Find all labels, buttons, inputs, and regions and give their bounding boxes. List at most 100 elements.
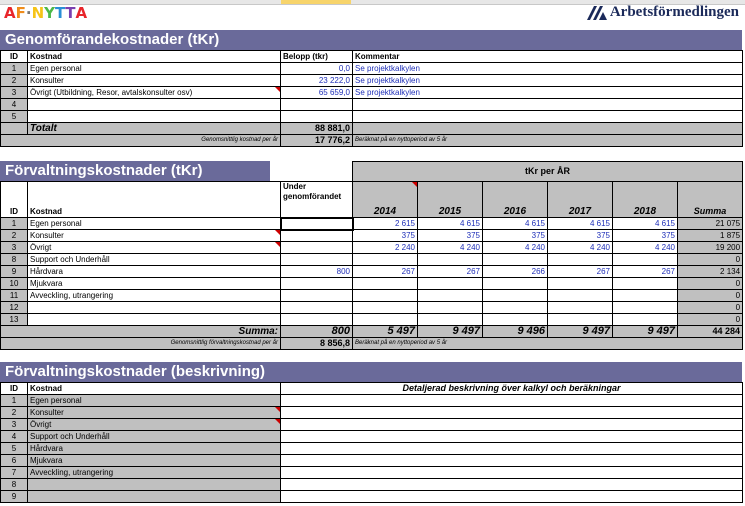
year-value-cell[interactable] [482,253,548,266]
year-value-cell[interactable]: 267 [352,265,418,278]
year-value-cell[interactable] [352,301,418,314]
comment-cell[interactable] [352,110,743,123]
year-value-cell[interactable]: 4 615 [547,217,613,230]
selected-column-header[interactable] [281,0,351,4]
cost-cell[interactable]: Support och Underhåll [27,253,281,266]
cost-cell[interactable]: Konsulter [27,74,281,87]
amount-cell[interactable] [280,110,353,123]
avg-value: 8 856,8 [280,337,353,350]
comment-cell[interactable]: Se projektkalkylen [352,86,743,99]
description-cell[interactable] [280,490,743,503]
year-value-cell[interactable] [482,313,548,326]
under-cell[interactable]: 800 [280,265,353,278]
year-value-cell[interactable] [482,301,548,314]
row-id: 1 [0,62,28,75]
amount-cell[interactable] [280,98,353,111]
year-value-cell[interactable]: 4 240 [417,241,483,254]
under-cell[interactable] [279,216,354,231]
year-value-cell[interactable] [547,253,613,266]
under-cell[interactable] [280,277,353,290]
row-id: 3 [0,418,28,431]
year-value-cell[interactable] [547,313,613,326]
cost-cell[interactable] [27,110,281,123]
under-cell[interactable] [280,229,353,242]
description-cell[interactable] [280,406,743,419]
comment-cell[interactable]: Se projektkalkylen [352,74,743,87]
cost-cell: Egen personal [27,394,281,407]
description-cell[interactable] [280,418,743,431]
cost-cell[interactable] [27,313,281,326]
year-value-cell[interactable] [352,277,418,290]
description-cell[interactable] [280,442,743,455]
year-value-cell[interactable] [482,289,548,302]
col-header-id: ID [0,50,28,63]
year-value-cell[interactable] [482,277,548,290]
cost-cell[interactable] [27,301,281,314]
year-value-cell[interactable]: 375 [352,229,418,242]
cost-cell[interactable]: Avveckling, utrangering [27,289,281,302]
under-cell[interactable] [280,289,353,302]
year-value-cell[interactable] [417,289,483,302]
year-value-cell[interactable] [612,301,678,314]
under-cell[interactable] [280,313,353,326]
year-value-cell[interactable]: 4 615 [612,217,678,230]
description-cell[interactable] [280,478,743,491]
row-id: 5 [0,442,28,455]
row-id: 8 [0,478,28,491]
description-cell[interactable] [280,466,743,479]
year-value-cell[interactable]: 375 [482,229,548,242]
description-cell[interactable] [280,454,743,467]
cost-cell[interactable]: Övrigt (Utbildning, Resor, avtalskonsult… [27,86,281,99]
under-cell[interactable] [280,253,353,266]
year-value-cell[interactable]: 4 615 [482,217,548,230]
cost-cell[interactable]: Konsulter [27,229,281,242]
year-value-cell[interactable]: 267 [417,265,483,278]
year-value-cell[interactable] [352,289,418,302]
year-value-cell[interactable] [612,313,678,326]
year-value-cell[interactable]: 375 [417,229,483,242]
year-value-cell[interactable] [612,277,678,290]
year-value-cell[interactable]: 267 [547,265,613,278]
comment-cell[interactable] [352,98,743,111]
cost-cell[interactable]: Övrigt [27,241,281,254]
year-value-cell[interactable]: 4 240 [482,241,548,254]
amount-cell[interactable]: 23 222,0 [280,74,353,87]
under-cell[interactable] [280,241,353,254]
comment-cell[interactable]: Se projektkalkylen [352,62,743,75]
year-value-cell[interactable] [417,301,483,314]
year-value-cell[interactable] [612,289,678,302]
year-value-cell[interactable] [547,301,613,314]
under-cell[interactable] [280,301,353,314]
year-value-cell[interactable]: 4 240 [547,241,613,254]
year-value-cell[interactable]: 375 [547,229,613,242]
year-value-cell[interactable]: 4 615 [417,217,483,230]
cost-cell[interactable]: Egen personal [27,62,281,75]
cost-cell[interactable]: Egen personal [27,217,281,230]
year-value-cell[interactable] [547,289,613,302]
year-value-cell[interactable]: 4 240 [612,241,678,254]
year-value-cell[interactable] [547,277,613,290]
year-value-cell[interactable] [417,313,483,326]
year-value-cell[interactable]: 375 [612,229,678,242]
year-value-cell[interactable] [352,253,418,266]
total-comment [352,122,743,135]
year-value-cell[interactable]: 2 615 [352,217,418,230]
cost-cell[interactable]: Mjukvara [27,277,281,290]
cost-cell[interactable]: Hårdvara [27,265,281,278]
amount-cell[interactable]: 0,0 [280,62,353,75]
year-value-cell[interactable] [417,277,483,290]
description-cell[interactable] [280,430,743,443]
amount-cell[interactable]: 65 659,0 [280,86,353,99]
total-label: Totalt [27,122,281,135]
year-value-cell[interactable]: 267 [612,265,678,278]
year-value-cell[interactable]: 2 240 [352,241,418,254]
cost-cell[interactable] [27,98,281,111]
year-value-cell[interactable] [417,253,483,266]
year-value-cell[interactable] [352,313,418,326]
year-value-cell[interactable] [612,253,678,266]
arbetsformedlingen-logo: Arbetsförmedlingen [586,4,739,21]
summa-under: 800 [280,325,353,338]
row-id: 4 [0,430,28,443]
year-value-cell[interactable]: 266 [482,265,548,278]
description-cell[interactable] [280,394,743,407]
